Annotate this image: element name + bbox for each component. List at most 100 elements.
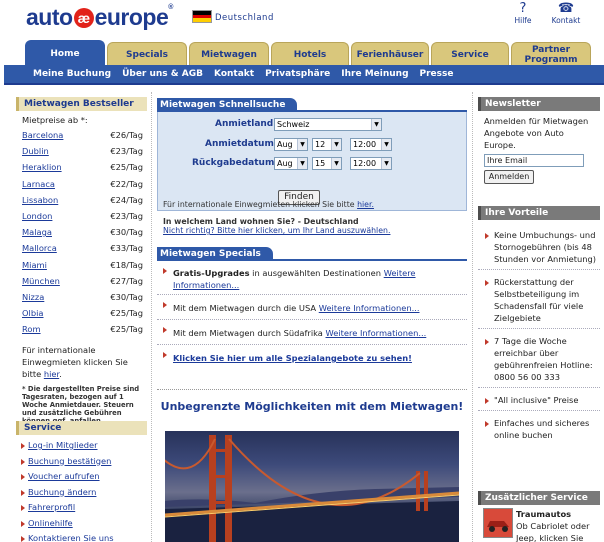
specials-panel: Mietwagen Specials Gratis-Upgrades in au… (157, 247, 467, 367)
service-link[interactable]: Fahrerprofil (28, 502, 75, 512)
special-text: in ausgewählten Destinationen (249, 268, 384, 278)
city-link[interactable]: München (22, 273, 60, 289)
chevron-down-icon: ▼ (331, 139, 341, 150)
intl-oneway-note-link[interactable]: hier. (357, 200, 374, 209)
dream-car-image[interactable] (483, 508, 513, 538)
country-question: In welchem Land wohnen Sie? - Deutschlan… (163, 217, 359, 226)
golden-gate-bridge-image[interactable] (165, 431, 459, 542)
city-link[interactable]: Malaga (22, 224, 52, 240)
service-link[interactable]: Buchung ändern (28, 487, 96, 497)
city-link[interactable]: Miami (22, 257, 47, 273)
return-month-value: Aug (277, 159, 293, 168)
city-price: €25/Tag (110, 308, 143, 319)
return-day-select[interactable]: 15 ▼ (312, 157, 342, 170)
service-link[interactable]: Log-in Mitglieder (28, 440, 98, 450)
service-item: Voucher aufrufen (16, 469, 147, 485)
return-month-select[interactable]: Aug ▼ (274, 157, 308, 170)
subnav-ueber-uns[interactable]: Über uns & AGB (122, 69, 203, 79)
special-more-link[interactable]: Weitere Informationen... (326, 328, 427, 338)
pickup-day-select[interactable]: 12 ▼ (312, 138, 342, 151)
column-divider (472, 92, 473, 542)
service-item: Log-in Mitglieder (16, 438, 147, 454)
list-item: London €23/Tag (16, 208, 147, 224)
service-panel: Service Log-in Mitglieder Buchung bestät… (16, 421, 147, 542)
city-link[interactable]: Mallorca (22, 240, 57, 256)
city-price: €18/Tag (110, 259, 143, 270)
advantage-item: Rückerstattung der Selbstbeteiligung im … (478, 270, 600, 329)
list-item: Nizza €30/Tag (16, 289, 147, 305)
subnav-kontakt[interactable]: Kontakt (214, 69, 254, 79)
tab-home[interactable]: Home (25, 40, 105, 66)
advantage-item: Einfaches und sicheres online buchen (478, 411, 600, 445)
dream-car-desc: Ob Cabriolet oder Jeep, klicken Sie (516, 521, 590, 542)
city-link[interactable]: London (22, 208, 52, 224)
list-item: Rom €25/Tag (16, 321, 147, 337)
germany-flag-icon (192, 10, 212, 23)
car-icon (484, 509, 512, 537)
tab-mietwagen[interactable]: Mietwagen (189, 42, 269, 66)
special-more-link[interactable]: Weitere Informationen... (319, 303, 420, 313)
country-label: Deutschland (215, 13, 274, 23)
tab-hotels[interactable]: Hotels (271, 42, 349, 66)
auto-europe-logo[interactable]: auto æ europe® (26, 4, 173, 31)
service-link[interactable]: Onlinehilfe (28, 518, 73, 528)
help-link[interactable]: ? Hilfe (505, 1, 541, 26)
service-link[interactable]: Voucher aufrufen (28, 471, 100, 481)
country-field-label: Anmietland: (215, 119, 277, 129)
intl-oneway-link[interactable]: hier (44, 369, 59, 379)
city-price: €24/Tag (110, 194, 143, 205)
subnav-ihre-meinung[interactable]: Ihre Meinung (341, 69, 408, 79)
pickup-month-select[interactable]: Aug ▼ (274, 138, 308, 151)
special-text: Mit dem Mietwagen durch die USA (173, 303, 319, 313)
service-item: Buchung bestätigen (16, 454, 147, 470)
city-link[interactable]: Barcelona (22, 127, 63, 143)
question-icon: ? (519, 1, 527, 16)
return-date-label: Rückgabedatum: (192, 158, 278, 168)
return-day-value: 15 (315, 159, 326, 168)
service-item: Onlinehilfe (16, 516, 147, 532)
pickup-day-value: 12 (315, 140, 326, 149)
list-item: Heraklion €25/Tag (16, 159, 147, 175)
subnav-meine-buchung[interactable]: Meine Buchung (33, 69, 111, 79)
city-link[interactable]: Dublin (22, 143, 49, 159)
list-item: Miami €18/Tag (16, 257, 147, 273)
bridge-illustration (165, 435, 459, 542)
city-price: €23/Tag (110, 210, 143, 221)
contact-link[interactable]: ☎ Kontakt (548, 1, 584, 26)
dream-car-title[interactable]: Traumautos (516, 509, 571, 519)
pickup-date-label: Anmietdatum: (205, 139, 278, 149)
city-price: €33/Tag (110, 243, 143, 254)
subnav-presse[interactable]: Presse (420, 69, 454, 79)
city-link[interactable]: Olbia (22, 305, 44, 321)
extra-service-text: Traumautos Ob Cabriolet oder Jeep, klick… (516, 508, 600, 542)
city-link[interactable]: Rom (22, 321, 41, 337)
country-select[interactable]: Schweiz ▼ (274, 118, 382, 131)
advantage-item: "All inclusive" Preise (478, 388, 600, 411)
subscribe-button[interactable]: Anmelden (484, 170, 534, 184)
advantage-item: Keine Umbuchungs- und Stornogebühren (bi… (478, 223, 600, 270)
city-price: €25/Tag (110, 324, 143, 335)
city-link[interactable]: Larnaca (22, 176, 55, 192)
phone-icon: ☎ (557, 1, 575, 16)
subnav-privatsphaere[interactable]: Privatsphäre (265, 69, 330, 79)
service-item: Buchung ändern (16, 485, 147, 501)
intl-oneway-text: Für internationale Einwegmieten klicken … (22, 345, 128, 380)
service-link[interactable]: Buchung bestätigen (28, 456, 111, 466)
pickup-time-select[interactable]: 12:00 ▼ (350, 138, 392, 151)
tab-partner-programm[interactable]: Partner Programm (511, 42, 591, 66)
city-link[interactable]: Nizza (22, 289, 44, 305)
tab-ferienhaeuser[interactable]: Ferienhäuser (351, 42, 429, 66)
country-select-value: Schweiz (277, 120, 310, 129)
return-time-select[interactable]: 12:00 ▼ (350, 157, 392, 170)
tab-service[interactable]: Service (431, 42, 509, 66)
city-link[interactable]: Lissabon (22, 192, 58, 208)
service-link[interactable]: Kontaktieren Sie uns (28, 533, 114, 542)
logo-text-auto: auto (26, 4, 73, 30)
change-country-link[interactable]: Nicht richtig? Bitte hier klicken, um Ih… (163, 226, 462, 235)
email-field[interactable]: Ihre Email (484, 154, 584, 167)
tab-specials[interactable]: Specials (107, 42, 187, 66)
all-specials-link[interactable]: Klicken Sie hier um alle Spezialangebote… (173, 353, 412, 363)
city-price: €27/Tag (110, 275, 143, 286)
special-item: Mit dem Mietwagen durch Südafrika Weiter… (157, 320, 467, 345)
city-link[interactable]: Heraklion (22, 159, 62, 175)
